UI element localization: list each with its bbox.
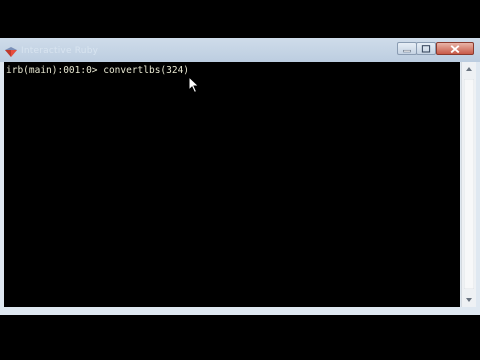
scrollbar-thumb[interactable] — [464, 79, 474, 289]
console-area[interactable]: irb(main):001:0> convertlbs(324) — [4, 62, 460, 307]
minimize-button[interactable] — [397, 42, 417, 55]
maximize-button[interactable] — [416, 42, 436, 55]
maximize-icon — [421, 45, 431, 53]
title-bar[interactable]: Interactive Ruby — [0, 38, 480, 62]
minimize-icon — [403, 49, 411, 53]
close-icon — [450, 45, 460, 54]
mouse-pointer-icon — [188, 76, 200, 94]
scroll-down-arrow-icon[interactable] — [462, 292, 476, 307]
vertical-scrollbar[interactable] — [461, 62, 476, 307]
irb-window: Interactive Ruby irb(main):001:0> conver… — [0, 38, 480, 315]
scroll-up-arrow-icon[interactable] — [462, 62, 476, 77]
close-button[interactable] — [436, 42, 474, 55]
console-line: irb(main):001:0> convertlbs(324) — [6, 65, 189, 76]
screen: { "window": { "title": "Interactive Ruby… — [0, 0, 480, 360]
ruby-gem-icon — [5, 47, 17, 57]
console-input[interactable]: convertlbs(324) — [103, 65, 189, 76]
irb-prompt: irb(main):001:0> — [6, 65, 104, 76]
window-title: Interactive Ruby — [21, 46, 99, 56]
